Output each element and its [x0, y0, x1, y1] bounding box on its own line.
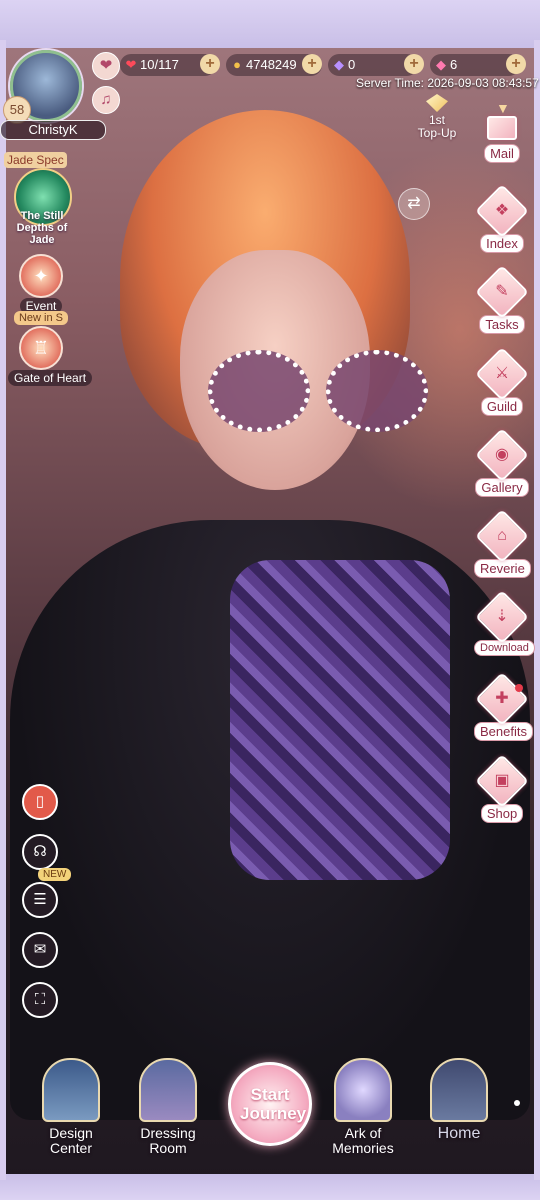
benefits-notification-dot [515, 684, 523, 692]
menu-download[interactable]: ⇣ Download [474, 590, 535, 656]
jade-spec-badge: Jade Spec [4, 152, 67, 168]
menu-gallery-label: Gallery [475, 478, 529, 497]
gold-cat-icon: ● [233, 57, 241, 72]
frame-bottom [0, 1174, 540, 1200]
heart-icon: ❤ [99, 57, 113, 74]
diamond-icon: ◆ [334, 57, 344, 72]
music-note-icon: ♫ [100, 91, 112, 108]
first-topup-button[interactable]: 1st Top-Up [408, 94, 466, 140]
new-tag: NEW [38, 868, 72, 881]
new-in-badge: New in S [13, 311, 69, 325]
pink-gem-icon: ◆ [436, 57, 446, 72]
pager-dot [514, 1100, 520, 1106]
home-arch-icon [430, 1058, 488, 1122]
menu-guild-label: Guild [480, 397, 524, 416]
announcement-button[interactable]: ☰ [22, 882, 58, 918]
sunglasses-left-lens [208, 350, 310, 432]
menu-download-label: Download [474, 640, 535, 656]
guild-icon: ⚔ [475, 347, 529, 401]
sewing-machine-icon [42, 1058, 100, 1122]
gift-icon: ✚ [475, 672, 529, 726]
stamina-value: 10/117 [140, 57, 179, 72]
add-gold-button[interactable]: + [302, 54, 322, 74]
jade-event-title[interactable]: The Still Depths of Jade [4, 210, 80, 246]
nav-home[interactable]: Home [416, 1058, 502, 1142]
stamina-heart-icon: ❤ [125, 57, 137, 72]
nav-ark-of-memories[interactable]: Ark of Memories [320, 1058, 406, 1156]
menu-reverie-label: Reverie [474, 559, 531, 578]
mail-icon [487, 116, 517, 140]
menu-mail-label: Mail [484, 144, 520, 163]
fullscreen-icon: ⛶ [34, 991, 46, 1008]
diamond-value: 0 [348, 57, 356, 72]
character-shirt [230, 560, 450, 880]
menu-collapse-chevron-icon[interactable]: ▼ [496, 100, 510, 116]
house-icon: ⌂ [475, 509, 529, 563]
headset-icon: ☊ [33, 843, 47, 860]
fullscreen-button[interactable]: ⛶ [22, 982, 58, 1018]
download-icon: ⇣ [475, 590, 529, 644]
player-name: ChristyK [0, 120, 106, 140]
menu-reverie[interactable]: ⌂ Reverie [474, 509, 531, 578]
add-stamina-button[interactable]: + [200, 54, 220, 74]
start-journey-label: Start Journey [240, 1085, 307, 1123]
phone-icon: ▯ [35, 793, 45, 810]
nav-ark-label: Ark of Memories [332, 1125, 394, 1156]
menu-guild[interactable]: ⚔ Guild [474, 347, 530, 416]
menu-mail[interactable]: Mail [474, 116, 530, 163]
swap-arrows-button[interactable]: ⇄ [398, 188, 430, 220]
crystal-cube-icon [334, 1058, 392, 1122]
nav-dressing-room-label: Dressing Room [140, 1125, 196, 1156]
star-value: 6 [450, 57, 458, 72]
menu-tasks-label: Tasks [479, 315, 525, 334]
sunglasses-right-lens [326, 350, 428, 432]
chat-button[interactable]: ✉ [22, 932, 58, 968]
dress-icon [139, 1058, 197, 1122]
gold-value: 4748249 [246, 57, 297, 72]
nav-design-center[interactable]: Design Center [28, 1058, 114, 1156]
heart-button[interactable]: ❤ [92, 52, 120, 80]
event-button[interactable]: ✦ Event [8, 254, 74, 314]
music-button[interactable]: ♫ [92, 86, 120, 114]
menu-benefits-label: Benefits [474, 722, 533, 741]
frame-right [534, 40, 540, 1180]
phone-button[interactable]: ▯ [22, 784, 58, 820]
menu-shop-label: Shop [480, 804, 524, 823]
tasks-icon: ✎ [475, 265, 529, 319]
add-diamond-button[interactable]: + [404, 54, 424, 74]
bag-icon: ▣ [475, 754, 529, 808]
menu-shop[interactable]: ▣ Shop [474, 754, 530, 823]
gate-of-heart-button[interactable]: New in S ♖ Gate of Heart [8, 310, 93, 386]
nav-home-label: Home [437, 1125, 481, 1142]
camera-icon: ◉ [475, 428, 529, 482]
topup-line2: Top-Up [417, 126, 457, 140]
gate-of-heart-label: Gate of Heart [8, 370, 93, 386]
event-sparkle-icon: ✦ [19, 254, 63, 298]
nav-dressing-room[interactable]: Dressing Room [125, 1058, 211, 1156]
chat-bubble-icon: ✉ [33, 941, 47, 958]
support-button[interactable]: ☊ [22, 834, 58, 870]
menu-gallery[interactable]: ◉ Gallery [474, 428, 530, 497]
gate-of-heart-icon: ♖ [19, 326, 63, 370]
add-star-button[interactable]: + [506, 54, 526, 74]
menu-index-label: Index [480, 234, 524, 253]
swap-arrows-icon: ⇄ [407, 195, 421, 212]
server-time: Server Time: 2026-09-03 08:43:57 [356, 76, 539, 90]
nav-design-center-label: Design Center [49, 1125, 93, 1156]
index-icon: ❖ [475, 184, 529, 238]
menu-tasks[interactable]: ✎ Tasks [474, 265, 530, 334]
topup-gem-icon [426, 94, 448, 112]
menu-index[interactable]: ❖ Index [474, 184, 530, 253]
start-journey-button[interactable]: Start Journey [228, 1062, 312, 1146]
list-icon: ☰ [33, 891, 47, 908]
frame-top [0, 0, 540, 48]
